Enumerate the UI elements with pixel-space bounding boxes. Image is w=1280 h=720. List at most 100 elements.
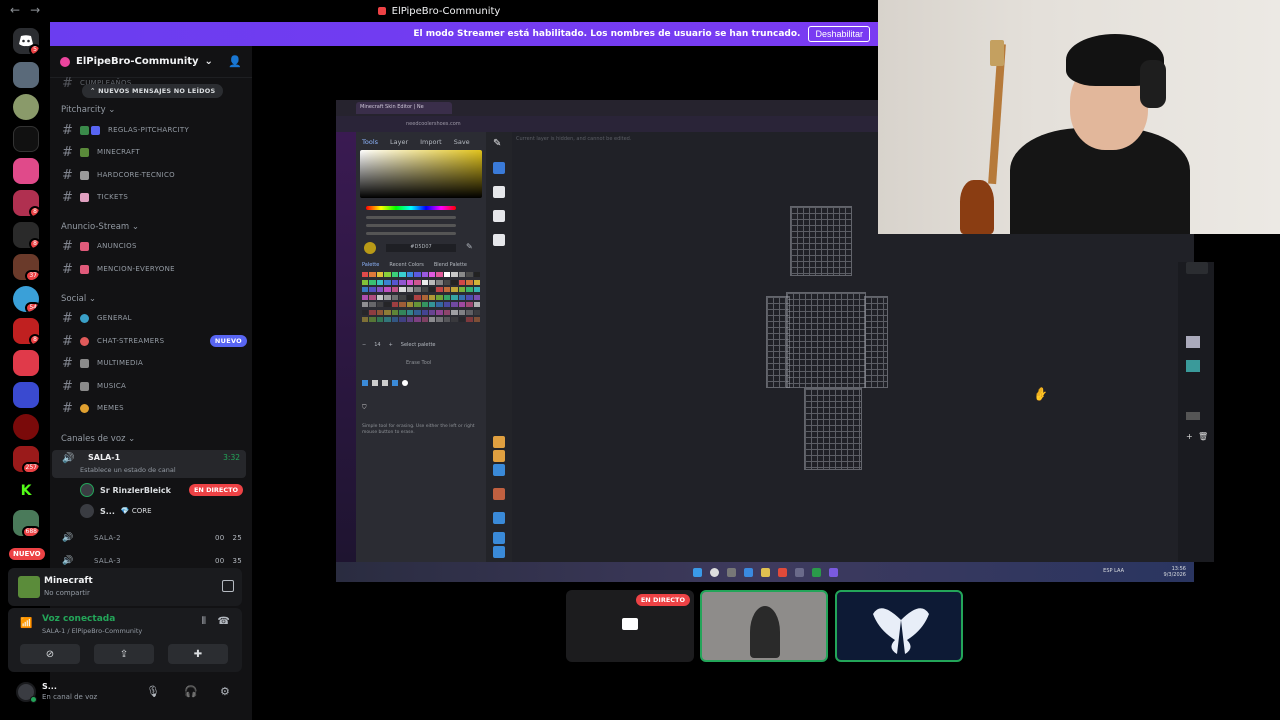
- palette-swatch[interactable]: [376, 309, 384, 315]
- app-icon[interactable]: [777, 567, 787, 577]
- tab-layer[interactable]: Layer: [390, 138, 408, 146]
- palette-swatch[interactable]: [406, 294, 414, 300]
- palette-swatch[interactable]: [436, 309, 443, 315]
- channel-anuncios[interactable]: # ANUNCIOS: [62, 237, 247, 255]
- palette-swatch[interactable]: [391, 302, 399, 308]
- folder-icon[interactable]: [760, 567, 770, 577]
- palette-swatch[interactable]: [458, 309, 466, 315]
- palette-swatch[interactable]: [369, 279, 376, 285]
- palette-swatch[interactable]: [399, 272, 406, 277]
- palette-swatch[interactable]: [399, 302, 406, 308]
- palette-swatch[interactable]: [473, 279, 480, 285]
- category-social[interactable]: Social ⌄: [61, 294, 96, 304]
- palette-swatch[interactable]: [466, 302, 473, 308]
- tab-palette[interactable]: Palette: [362, 262, 379, 268]
- server-icon[interactable]: 54: [13, 286, 39, 312]
- server-icon[interactable]: [13, 94, 39, 120]
- light-slider[interactable]: [366, 224, 456, 227]
- palette-swatch[interactable]: [428, 309, 436, 315]
- channel-hardcore[interactable]: # HARDCORE-TECNICO: [62, 166, 247, 184]
- disconnect-icon[interactable]: ☎: [218, 616, 230, 627]
- tab-blend-palette[interactable]: Blend Palette: [434, 262, 467, 268]
- participant-tile-camera[interactable]: [700, 590, 828, 662]
- palette-swatch[interactable]: [458, 317, 466, 323]
- palette-swatch[interactable]: [428, 302, 436, 308]
- palette-swatch[interactable]: [399, 309, 406, 315]
- palette-swatch[interactable]: [384, 272, 391, 277]
- palette-swatch[interactable]: [384, 302, 391, 308]
- palette-swatch[interactable]: [421, 272, 428, 277]
- palette-swatch[interactable]: [451, 309, 458, 315]
- palette-swatch[interactable]: [466, 317, 473, 323]
- model-icon[interactable]: [493, 532, 505, 544]
- channel-chat-streamers[interactable]: # CHAT-STREAMERS NUEVO: [62, 332, 247, 350]
- palette-swatch[interactable]: [466, 279, 473, 285]
- palette-swatch[interactable]: [451, 279, 458, 285]
- discord-home-icon[interactable]: 5: [13, 28, 39, 54]
- palette-swatch[interactable]: [376, 272, 384, 277]
- model-arm-right[interactable]: [864, 296, 888, 388]
- tab-import[interactable]: Import: [420, 138, 442, 146]
- browser-tab[interactable]: Minecraft Skin Editor | Ne: [356, 102, 452, 114]
- palette-swatch[interactable]: [414, 294, 421, 300]
- palette-swatch[interactable]: [391, 279, 399, 285]
- color-picker[interactable]: [360, 150, 482, 198]
- server-icon[interactable]: 8: [13, 190, 39, 216]
- palette-swatch[interactable]: [391, 272, 399, 277]
- palette-swatch[interactable]: [421, 317, 428, 323]
- palette-swatch[interactable]: [466, 294, 473, 300]
- palette-swatch[interactable]: [443, 279, 451, 285]
- eyedropper-icon[interactable]: ✎: [466, 242, 473, 251]
- palette-swatch[interactable]: [376, 294, 384, 300]
- server-icon[interactable]: [13, 158, 39, 184]
- app-icon[interactable]: [828, 567, 838, 577]
- sat-slider[interactable]: [366, 216, 456, 219]
- palette-swatch[interactable]: [369, 309, 376, 315]
- palette-swatch[interactable]: [436, 272, 443, 277]
- disable-streamer-button[interactable]: Deshabilitar: [808, 26, 870, 42]
- tab-tools[interactable]: Tools: [362, 138, 378, 146]
- palette-swatch[interactable]: [406, 287, 414, 293]
- palette-swatch[interactable]: [376, 317, 384, 323]
- palette-swatch[interactable]: [451, 287, 458, 293]
- app-icon[interactable]: [811, 567, 821, 577]
- channel-status-hint[interactable]: Establece un estado de canal: [80, 466, 176, 474]
- palette-swatch[interactable]: [362, 302, 369, 308]
- bucket-icon[interactable]: [493, 186, 505, 198]
- palette-swatch[interactable]: [362, 317, 369, 323]
- palette-swatch[interactable]: [376, 279, 384, 285]
- palette-swatch[interactable]: [362, 294, 369, 300]
- palette-swatch[interactable]: [362, 272, 369, 277]
- palette-swatch[interactable]: [451, 272, 458, 277]
- taskview-icon[interactable]: [726, 567, 736, 577]
- category-pitcharcity[interactable]: Pitcharcity ⌄: [61, 105, 115, 115]
- participant-tile-avatar[interactable]: [835, 590, 963, 662]
- forward-arrow-icon[interactable]: →: [30, 3, 40, 17]
- palette-swatch[interactable]: [406, 302, 414, 308]
- kick-server-icon[interactable]: K: [13, 478, 39, 504]
- model-icon[interactable]: [493, 436, 505, 448]
- palette-swatch[interactable]: [428, 279, 436, 285]
- channel-reglas[interactable]: # REGLAS-PITCHARCITY: [62, 121, 247, 139]
- palette-swatch[interactable]: [414, 287, 421, 293]
- brush-plus-icon[interactable]: +: [389, 342, 393, 348]
- brush-minus-icon[interactable]: −: [362, 342, 366, 348]
- activity-panel[interactable]: Minecraft No compartir: [8, 568, 242, 606]
- windows-start-icon[interactable]: [692, 567, 702, 577]
- palette-swatch[interactable]: [384, 287, 391, 293]
- tab-save[interactable]: Save: [454, 138, 470, 146]
- channel-mencion[interactable]: # MENCION-EVERYONE: [62, 260, 247, 278]
- camera-off-button[interactable]: ⊘: [20, 644, 80, 664]
- palette-swatch[interactable]: [443, 309, 451, 315]
- palette-swatch[interactable]: [473, 287, 480, 293]
- category-voz[interactable]: Canales de voz ⌄: [61, 434, 135, 444]
- palette-swatch[interactable]: [473, 294, 480, 300]
- palette-swatch[interactable]: [451, 302, 458, 308]
- voice-channel-sala-1[interactable]: 🔊 SALA-1 3:32 Establece un estado de can…: [52, 450, 246, 478]
- palette-swatch[interactable]: [458, 272, 466, 277]
- model-icon[interactable]: [493, 546, 505, 558]
- palette-swatch[interactable]: [428, 317, 436, 323]
- channel-general[interactable]: # GENERAL: [62, 309, 247, 327]
- category-anuncio[interactable]: Anuncio-Stream ⌄: [61, 222, 139, 232]
- hex-input[interactable]: #D5D07: [386, 244, 456, 252]
